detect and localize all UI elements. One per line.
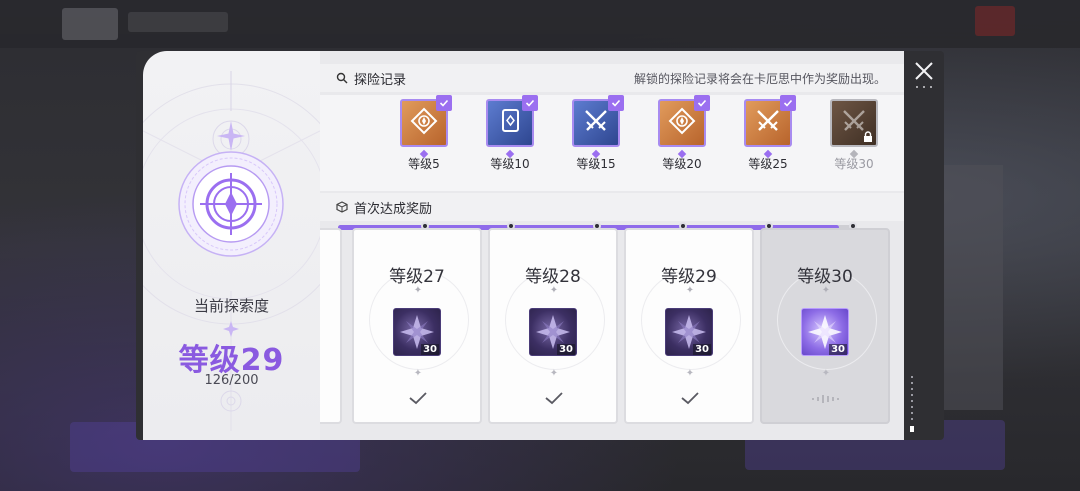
reward-card[interactable]: 等级27 ✦ 30 ✦: [352, 228, 482, 424]
record-card[interactable]: [400, 95, 452, 147]
reward-item[interactable]: 30: [801, 308, 849, 356]
rewards-header: 首次达成奖励: [320, 193, 904, 221]
diamond-target-icon: [667, 106, 697, 140]
crossed-swords-icon: [753, 106, 783, 140]
sparkle-small-icon: ✦: [685, 368, 695, 379]
claimed-check-icon: [545, 392, 563, 405]
checkmark-icon: [694, 95, 710, 111]
rewards-list[interactable]: 等级27 ✦ 30 ✦ 等级28 ✦ 30 ✦ 等级29 ✦ 30 ✦ 等级30 ✦ 30 ✦: [320, 222, 904, 440]
close-button[interactable]: [911, 58, 937, 84]
checkmark-icon: [436, 95, 452, 111]
record-card[interactable]: [486, 95, 538, 147]
box-icon: [334, 199, 350, 215]
current-exploration-panel: 当前探索度 等级29 126/200: [143, 51, 320, 440]
diamond-target-icon: [409, 106, 439, 140]
background-red-badge: [975, 6, 1015, 36]
background-right-panel: [943, 165, 1003, 410]
checkmark-icon: [608, 95, 624, 111]
record-item[interactable]: 等级15: [569, 95, 624, 172]
claimed-check-icon: [681, 392, 699, 405]
reward-level-label: 等级27: [389, 267, 445, 287]
record-item[interactable]: 等级30: [827, 99, 881, 172]
background-title: [128, 12, 228, 32]
sparkle-icon: ✦: [413, 285, 423, 296]
records-note: 解锁的探险记录将会在卡厄思中作为奖励出现。: [633, 71, 886, 86]
reward-quantity: 30: [557, 344, 575, 355]
checkmark-icon: [780, 95, 796, 111]
reward-card[interactable]: 等级28 ✦ 30 ✦: [488, 228, 618, 424]
reward-item[interactable]: 30: [529, 308, 577, 356]
reward-quantity: 30: [421, 344, 439, 355]
sparkle-icon: ✦: [549, 285, 559, 296]
claimed-check-icon: [409, 392, 427, 405]
records-row: 等级5 等级10 等级15 等级20 等级25 等级30: [320, 95, 904, 230]
current-progress: 126/200: [204, 373, 259, 388]
record-card[interactable]: [658, 95, 710, 147]
record-item[interactable]: 等级5: [397, 95, 452, 172]
scroll-indicator: [910, 376, 914, 432]
reward-item[interactable]: 30: [393, 308, 441, 356]
records-title: 探险记录: [354, 72, 407, 88]
record-item[interactable]: 等级25: [741, 95, 796, 172]
lock-icon: [862, 131, 874, 143]
reward-quantity: 30: [693, 344, 711, 355]
close-icon: [915, 62, 933, 80]
record-item[interactable]: 等级20: [655, 95, 710, 172]
sparkle-icon: ✦: [821, 285, 831, 296]
reward-card[interactable]: 等级30 ✦ 30 ✦: [760, 228, 890, 424]
records-header: 探险记录 解锁的探险记录将会在卡厄思中作为奖励出现。: [320, 64, 904, 92]
search-icon: [334, 70, 350, 86]
background-logo: [62, 8, 118, 40]
sparkle-small-icon: ✦: [549, 368, 559, 379]
sparkle-small-icon: ✦: [413, 368, 423, 379]
current-exploration-label: 当前探索度: [193, 297, 269, 315]
records-and-rewards-panel: 探险记录 解锁的探险记录将会在卡厄思中作为奖励出现。 等级5 等级10 等级15 等级…: [320, 51, 904, 440]
reward-card[interactable]: 等级29 ✦ 30 ✦: [624, 228, 754, 424]
reward-level-label: 等级30: [797, 267, 853, 287]
checkmark-icon: [522, 95, 538, 111]
record-item[interactable]: 等级10: [483, 95, 538, 172]
sparkle-small-icon: ✦: [821, 368, 831, 379]
pending-wave-icon: [812, 395, 839, 403]
reward-card-partial: [320, 228, 342, 424]
record-card[interactable]: [744, 95, 796, 147]
record-card[interactable]: [572, 95, 624, 147]
reward-level-label: 等级28: [525, 267, 581, 287]
sparkle-icon: ✦: [685, 285, 695, 296]
crossed-swords-icon: [581, 106, 611, 140]
record-card[interactable]: [830, 99, 878, 147]
reward-level-label: 等级29: [661, 267, 717, 287]
reward-item[interactable]: 30: [665, 308, 713, 356]
close-dots: [916, 86, 932, 90]
card-icon: [495, 106, 525, 140]
rewards-title: 首次达成奖励: [354, 201, 433, 217]
reward-quantity: 30: [829, 344, 847, 355]
